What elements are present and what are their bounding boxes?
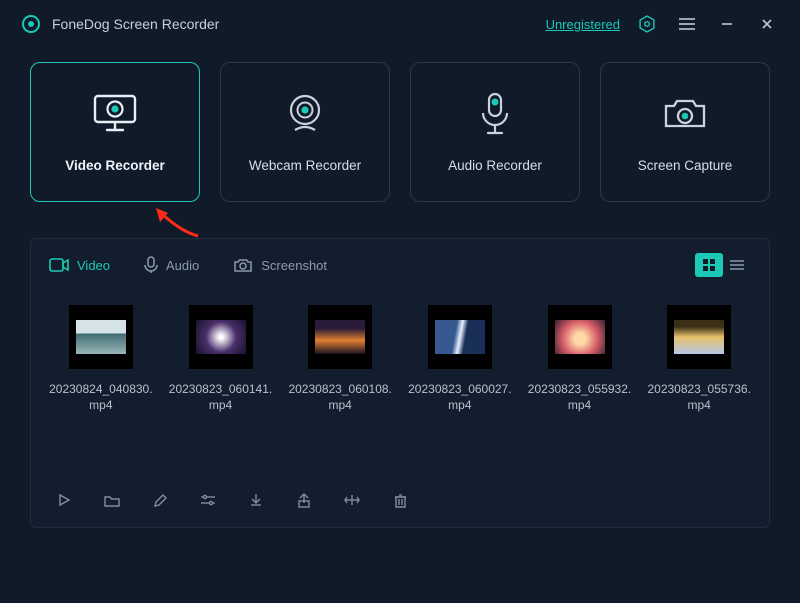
mode-video-recorder[interactable]: Video Recorder	[30, 62, 200, 202]
mode-label: Webcam Recorder	[249, 158, 361, 173]
sliders-icon[interactable]	[197, 489, 219, 511]
unregistered-link[interactable]: Unregistered	[546, 17, 620, 32]
file-item[interactable]: 20230823_060141.mp4	[169, 305, 273, 413]
close-icon[interactable]	[754, 11, 780, 37]
file-name: 20230823_055736.mp4	[647, 381, 751, 413]
file-name: 20230823_060027.mp4	[408, 381, 512, 413]
tab-screenshot[interactable]: Screenshot	[233, 258, 327, 273]
mode-label: Audio Recorder	[448, 158, 542, 173]
play-icon[interactable]	[53, 489, 75, 511]
tab-label: Video	[77, 258, 110, 273]
file-item[interactable]: 20230823_060108.mp4	[288, 305, 392, 413]
titlebar: FoneDog Screen Recorder Unregistered	[0, 0, 800, 48]
list-view-button[interactable]	[723, 253, 751, 277]
tab-label: Audio	[166, 258, 199, 273]
mode-label: Video Recorder	[65, 158, 165, 173]
microphone-icon	[475, 92, 515, 136]
file-thumbnail	[667, 305, 731, 369]
mode-screen-capture[interactable]: Screen Capture	[600, 62, 770, 202]
file-name: 20230824_040830.mp4	[49, 381, 153, 413]
annotation-arrow-icon	[154, 208, 200, 238]
app-logo-icon	[22, 15, 40, 33]
settings-icon[interactable]	[634, 11, 660, 37]
monitor-record-icon	[89, 92, 141, 136]
delete-icon[interactable]	[389, 489, 411, 511]
file-thumbnail	[189, 305, 253, 369]
file-item[interactable]: 20230823_055932.mp4	[528, 305, 632, 413]
file-thumbnail	[428, 305, 492, 369]
tab-label: Screenshot	[261, 258, 327, 273]
tab-video[interactable]: Video	[49, 258, 110, 273]
download-icon[interactable]	[245, 489, 267, 511]
camera-icon	[660, 92, 710, 136]
title-right: Unregistered	[546, 11, 780, 37]
tab-audio[interactable]: Audio	[144, 256, 199, 274]
file-item[interactable]: 20230823_055736.mp4	[647, 305, 751, 413]
mode-label: Screen Capture	[638, 158, 733, 173]
mode-row: Video Recorder Webcam Recorder Audio Rec…	[0, 48, 800, 202]
file-thumbnail	[548, 305, 612, 369]
file-thumbnail	[308, 305, 372, 369]
folder-icon[interactable]	[101, 489, 123, 511]
mode-webcam-recorder[interactable]: Webcam Recorder	[220, 62, 390, 202]
minimize-icon[interactable]	[714, 11, 740, 37]
file-grid: 20230824_040830.mp4 20230823_060141.mp4 …	[49, 291, 751, 421]
edit-icon[interactable]	[149, 489, 171, 511]
panel-spacer	[49, 421, 751, 485]
history-panel: Video Audio Screenshot 20230824_040830.m…	[30, 238, 770, 528]
file-name: 20230823_060108.mp4	[288, 381, 392, 413]
panel-tabs-left: Video Audio Screenshot	[49, 256, 327, 274]
app-title: FoneDog Screen Recorder	[52, 16, 219, 32]
grid-view-button[interactable]	[695, 253, 723, 277]
share-icon[interactable]	[293, 489, 315, 511]
view-toggle	[695, 253, 751, 277]
panel-tab-row: Video Audio Screenshot	[49, 239, 751, 291]
webcam-icon	[281, 92, 329, 136]
trim-icon[interactable]	[341, 489, 363, 511]
file-thumbnail	[69, 305, 133, 369]
menu-icon[interactable]	[674, 11, 700, 37]
file-item[interactable]: 20230823_060027.mp4	[408, 305, 512, 413]
mode-audio-recorder[interactable]: Audio Recorder	[410, 62, 580, 202]
file-toolbar	[49, 485, 751, 513]
file-item[interactable]: 20230824_040830.mp4	[49, 305, 153, 413]
file-name: 20230823_055932.mp4	[528, 381, 632, 413]
file-name: 20230823_060141.mp4	[169, 381, 273, 413]
title-left: FoneDog Screen Recorder	[22, 15, 219, 33]
